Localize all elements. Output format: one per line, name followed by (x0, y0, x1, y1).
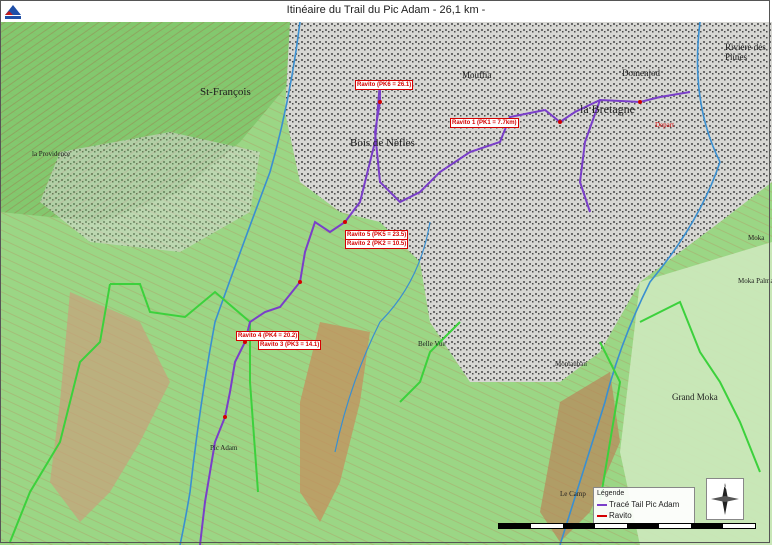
map-frame (0, 0, 770, 543)
